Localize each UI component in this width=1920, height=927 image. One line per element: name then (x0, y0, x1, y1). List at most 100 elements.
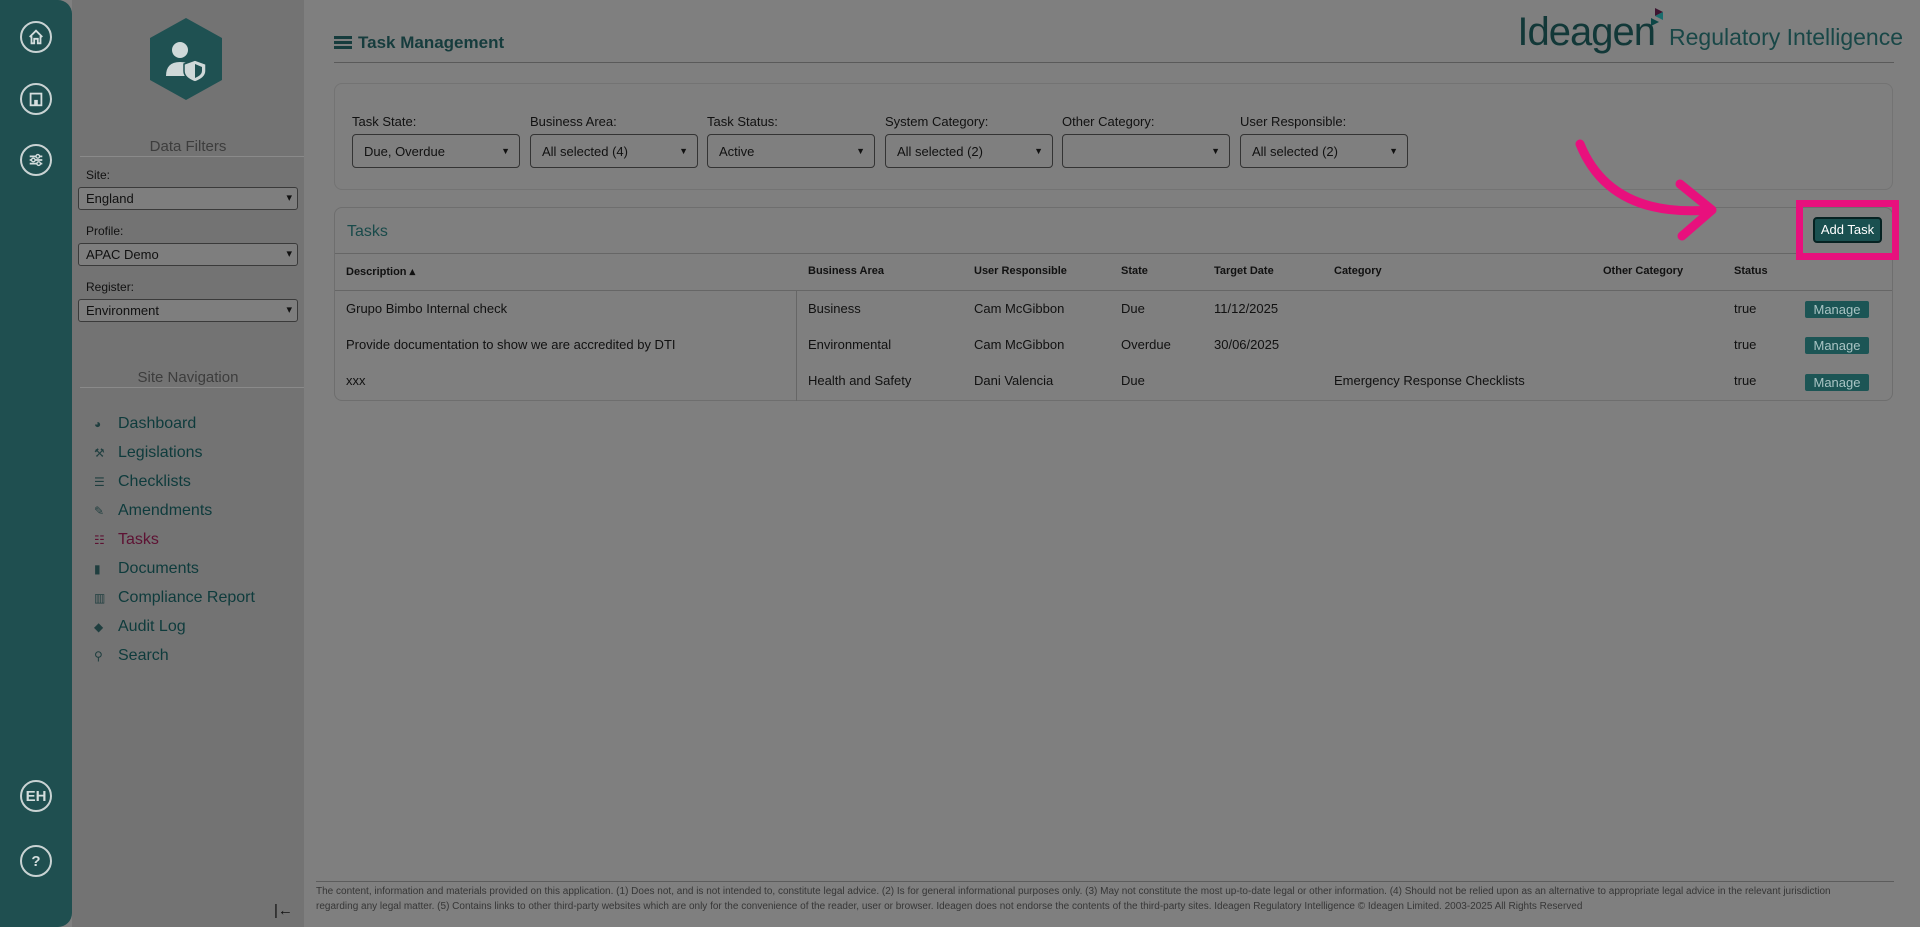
bar-chart-icon: ▥ (94, 590, 106, 605)
nav-label: Audit Log (118, 617, 186, 635)
nav-item-dashboard[interactable]: ◕ Dashboard (94, 409, 255, 438)
pointer-arrow-icon (1575, 139, 1717, 241)
business-area-dropdown[interactable]: All selected (4) ▼ (530, 134, 698, 168)
page-title: Task Management (334, 33, 504, 53)
site-navigation-title: Site Navigation (137, 369, 239, 386)
nav-label: Tasks (118, 530, 159, 548)
nav-item-documents[interactable]: ▮ Documents (94, 554, 255, 583)
tasks-icon (334, 36, 352, 49)
brand-logo: Ideagen Regulatory Intelligence (1517, 8, 1903, 55)
caret-down-icon: ▼ (679, 146, 688, 156)
column-header-status[interactable]: Status (1734, 265, 1768, 277)
register-label: Register: (86, 280, 135, 294)
nav-label: Documents (118, 559, 199, 577)
help-icon[interactable]: ? (20, 845, 52, 877)
filter-business-area: Business Area: All selected (4) ▼ (530, 114, 698, 168)
column-header-user-responsible[interactable]: User Responsible (974, 265, 1067, 277)
task-state-dropdown[interactable]: Due, Overdue ▼ (352, 134, 520, 168)
column-header-business-area[interactable]: Business Area (808, 265, 884, 277)
user-responsible-dropdown[interactable]: All selected (2) ▼ (1240, 134, 1408, 168)
manage-button[interactable]: Manage (1805, 337, 1869, 354)
add-task-button[interactable]: Add Task (1813, 217, 1882, 243)
column-header-description[interactable]: Description ▴ (346, 265, 415, 278)
brand-mark-icon (1651, 8, 1664, 26)
filter-value: All selected (2) (897, 144, 983, 159)
document-icon: ▮ (94, 561, 101, 576)
register-select[interactable]: Environment ▾ (78, 299, 298, 322)
legal-disclaimer: The content, information and materials p… (316, 886, 1831, 912)
building-icon[interactable] (20, 83, 52, 115)
header-divider (334, 62, 1894, 63)
nav-label: Legislations (118, 443, 203, 461)
filter-value: Due, Overdue (364, 144, 445, 159)
cell-category: Emergency Response Checklists (1334, 373, 1525, 388)
tasks-title: Tasks (347, 223, 388, 240)
list-icon: ☰ (94, 474, 105, 489)
filter-other-category: Other Category: ▼ (1062, 114, 1230, 168)
cell-status: true (1734, 373, 1757, 388)
brand-subtitle: Regulatory Intelligence (1669, 24, 1903, 50)
system-category-dropdown[interactable]: All selected (2) ▼ (885, 134, 1053, 168)
chevron-down-icon: ▾ (286, 248, 292, 260)
other-category-dropdown[interactable]: ▼ (1062, 134, 1230, 168)
column-header-state[interactable]: State (1121, 265, 1148, 277)
filter-label: Task State: (352, 114, 417, 129)
site-select[interactable]: England ▾ (78, 187, 298, 210)
caret-down-icon: ▼ (1211, 146, 1220, 156)
user-avatar[interactable]: EH (20, 780, 52, 812)
site-label: Site: (86, 168, 111, 182)
filter-label: Other Category: (1062, 114, 1155, 129)
tasks-icon: ☷ (94, 532, 105, 547)
register-value: Environment (86, 303, 159, 318)
filter-value: All selected (4) (542, 144, 628, 159)
filter-value: All selected (2) (1252, 144, 1338, 159)
cell-user-responsible: Cam McGibbon (974, 301, 1065, 316)
nav-item-legislations[interactable]: ⚒ Legislations (94, 438, 255, 467)
nav-item-audit-log[interactable]: ◆ Audit Log (94, 612, 255, 641)
cell-status: true (1734, 301, 1757, 316)
header-divider (335, 290, 1892, 291)
cell-business-area: Health and Safety (808, 373, 912, 388)
filter-label: Business Area: (530, 114, 617, 129)
nav-item-search[interactable]: ⚲ Search (94, 641, 255, 670)
nav-item-tasks[interactable]: ☷ Tasks (94, 525, 255, 554)
search-icon: ⚲ (94, 648, 103, 663)
column-header-category[interactable]: Category (1334, 265, 1382, 277)
filter-label: User Responsible: (1240, 114, 1347, 129)
filter-user-responsible: User Responsible: All selected (2) ▼ (1240, 114, 1408, 168)
home-icon[interactable] (20, 21, 52, 53)
column-header-target-date[interactable]: Target Date (1214, 265, 1274, 277)
cell-target-date: 11/12/2025 (1214, 301, 1279, 316)
filter-value: Active (719, 144, 755, 159)
divider (80, 387, 304, 388)
filter-task-status: Task Status: Active ▼ (707, 114, 875, 168)
edit-icon: ✎ (94, 503, 105, 518)
site-navigation: ◕ Dashboard ⚒ Legislations ☰ Checklists ✎ Am… (94, 409, 255, 670)
nav-label: Checklists (118, 472, 191, 490)
chevron-down-icon: ▾ (286, 304, 292, 316)
cell-state: Due (1121, 373, 1145, 388)
filter-system-category: System Category: All selected (2) ▼ (885, 114, 1053, 168)
manage-button[interactable]: Manage (1805, 374, 1869, 391)
cell-status: true (1734, 337, 1757, 352)
nav-item-compliance-report[interactable]: ▥ Compliance Report (94, 583, 255, 612)
app-rail: EH ? (0, 0, 72, 927)
profile-label: Profile: (86, 224, 124, 238)
cell-user-responsible: Cam McGibbon (974, 337, 1065, 352)
task-status-dropdown[interactable]: Active ▼ (707, 134, 875, 168)
footer-divider (316, 881, 1894, 882)
sidebar: Data Filters Site: England ▾ Profile: APA… (72, 0, 304, 927)
filter-task-state: Task State: Due, Overdue ▼ (352, 114, 520, 168)
sliders-icon[interactable] (20, 144, 52, 176)
cell-description: Provide documentation to show we are acc… (346, 337, 676, 352)
nav-item-amendments[interactable]: ✎ Amendments (94, 496, 255, 525)
profile-select[interactable]: APAC Demo ▾ (78, 243, 298, 266)
filter-label: System Category: (885, 114, 989, 129)
nav-item-checklists[interactable]: ☰ Checklists (94, 467, 255, 496)
chevron-down-icon: ▾ (286, 192, 292, 204)
data-filters-title: Data Filters (149, 138, 227, 155)
column-header-other-category[interactable]: Other Category (1603, 265, 1683, 277)
manage-button[interactable]: Manage (1805, 301, 1869, 318)
app-logo (150, 18, 222, 100)
collapse-sidebar-icon[interactable]: |← (274, 902, 293, 919)
